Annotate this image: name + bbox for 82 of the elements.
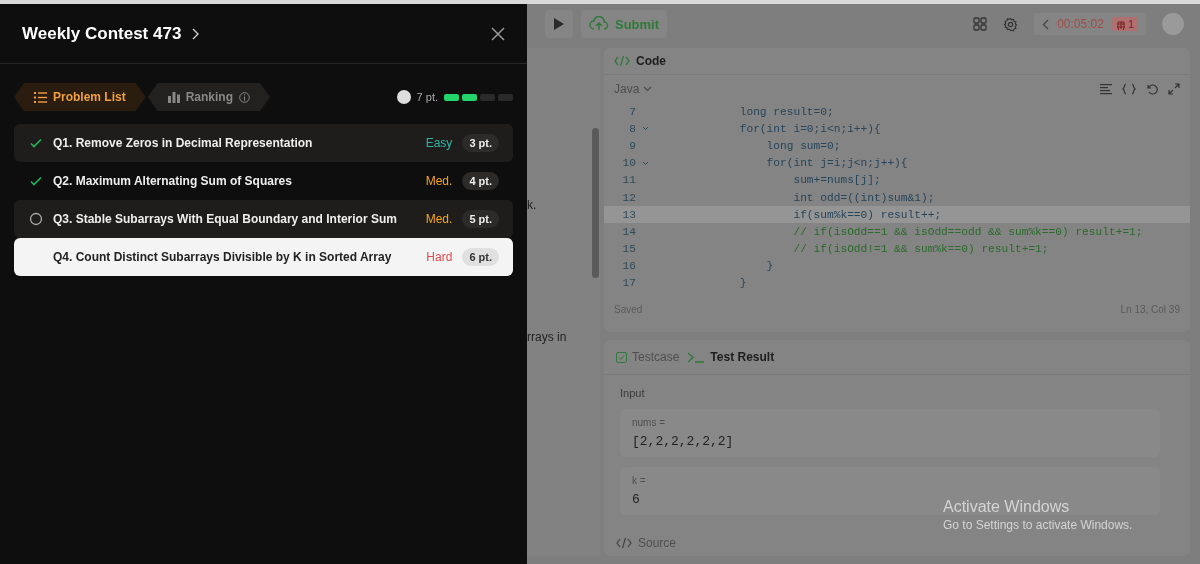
- braces-icon[interactable]: [1122, 83, 1136, 95]
- check-icon: [29, 174, 43, 188]
- avatar: [396, 90, 411, 104]
- problem-title: Q4. Count Distinct Subarrays Divisible by K in Sorted Array: [53, 250, 393, 264]
- close-icon[interactable]: [491, 26, 505, 41]
- code-line: for(int i=0;i<n;i++){: [738, 122, 881, 135]
- run-button[interactable]: [545, 10, 573, 38]
- bug-count[interactable]: 1: [1111, 17, 1138, 31]
- line-number: 8: [628, 122, 636, 135]
- code-line: for(int j=i;j<n;j++){: [765, 157, 908, 170]
- problem-item[interactable]: Q1. Remove Zeros in Decimal Representation Easy 3 pt.: [14, 124, 513, 162]
- line-number: 7: [628, 105, 636, 118]
- problem-item[interactable]: Q3. Stable Subarrays With Equal Boundary and Interior Sum Med. 5 pt.: [14, 200, 513, 238]
- difficulty-label: Med.: [425, 174, 453, 188]
- panel-title: Code: [636, 54, 666, 68]
- score-points: 7 pt.: [416, 91, 438, 103]
- line-number: 12: [621, 191, 636, 204]
- code-line: int odd=((int)sum&1);: [792, 191, 935, 204]
- description-text: rrays in: [527, 330, 568, 344]
- activation-title: Activate Windows: [943, 498, 1071, 516]
- input-value: [2,2,2,2,2,2]: [632, 434, 734, 449]
- code-line: }: [738, 277, 747, 290]
- code-line: }: [765, 260, 774, 273]
- chevron-right-icon[interactable]: [191, 27, 200, 40]
- language-select[interactable]: Java: [614, 82, 653, 96]
- problem-title: Q3. Stable Subarrays With Equal Boundary and Interior Sum: [53, 212, 398, 226]
- code-line: // if(isOdd!=1 && sum%k==0) result+=1;: [792, 243, 1049, 256]
- difficulty-label: Med.: [425, 212, 453, 226]
- contest-title: Weekly Contest 473: [22, 23, 182, 44]
- points-pill: 5 pt.: [462, 210, 499, 228]
- play-icon: [553, 17, 565, 31]
- scrollbar-thumb[interactable]: [591, 128, 599, 278]
- code-line: sum+=nums[j];: [792, 174, 881, 187]
- terminal-icon: [687, 351, 706, 363]
- line-number: 14: [621, 225, 636, 238]
- code-line: long result=0;: [738, 105, 834, 118]
- fold-icon[interactable]: [641, 126, 649, 132]
- list-icon: [34, 91, 47, 103]
- points-pill: 3 pt.: [462, 134, 499, 152]
- code-icon: [614, 55, 630, 67]
- code-line: if(sum%k==0) result++;: [792, 208, 942, 221]
- points-pill: 4 pt.: [462, 172, 499, 190]
- tab[interactable]: Ranking: [147, 83, 271, 111]
- check-icon: [29, 136, 43, 150]
- difficulty-label: Easy: [425, 136, 453, 150]
- info-icon: [239, 91, 251, 103]
- difficulty-label: Hard: [426, 250, 453, 264]
- bug-icon: [1115, 18, 1126, 30]
- problem-item[interactable]: Q4. Count Distinct Subarrays Divisible by K in Sorted Array Hard 6 pt.: [14, 238, 513, 276]
- expand-icon[interactable]: [1168, 83, 1180, 95]
- timer: 00:05:02: [1057, 17, 1104, 31]
- problem-item[interactable]: Q2. Maximum Alternating Sum of Squares Med. 4 pt.: [14, 162, 513, 200]
- line-number: 15: [621, 243, 636, 256]
- layout-icon[interactable]: [973, 17, 988, 31]
- line-number: 10: [621, 157, 636, 170]
- tab[interactable]: Test Result: [687, 350, 775, 364]
- settings-icon[interactable]: [1003, 16, 1019, 32]
- section-label: Input: [620, 387, 646, 399]
- cloud-upload-icon: [589, 16, 609, 32]
- format-icon[interactable]: [1100, 83, 1112, 95]
- line-number: 17: [621, 277, 636, 290]
- caret-icon: [643, 86, 653, 92]
- line-number: 13: [621, 208, 636, 221]
- code-icon: [616, 537, 632, 549]
- line-number: 11: [621, 174, 636, 187]
- code-line: long sum=0;: [765, 139, 841, 152]
- fold-icon[interactable]: [641, 160, 649, 166]
- activation-hint: Go to Settings to activate Windows.: [943, 518, 1133, 532]
- undo-icon[interactable]: [1146, 83, 1158, 95]
- bar-chart-icon: [167, 91, 180, 103]
- line-number: 9: [628, 139, 636, 152]
- code-line: // if(isOdd==1 && isOdd==odd && sum%k==0) result+=1;: [792, 225, 1143, 238]
- problem-title: Q1. Remove Zeros in Decimal Representation: [53, 136, 314, 150]
- chevron-left-icon[interactable]: [1042, 18, 1050, 30]
- checkbox-icon: [616, 351, 627, 363]
- input-value: 6: [632, 492, 640, 507]
- circle-icon: [29, 212, 43, 226]
- description-text: k.: [527, 198, 538, 212]
- points-pill: 6 pt.: [462, 248, 499, 266]
- problem-title: Q2. Maximum Alternating Sum of Squares: [53, 174, 293, 188]
- tab[interactable]: Problem List: [14, 83, 146, 111]
- line-number: 16: [621, 260, 636, 273]
